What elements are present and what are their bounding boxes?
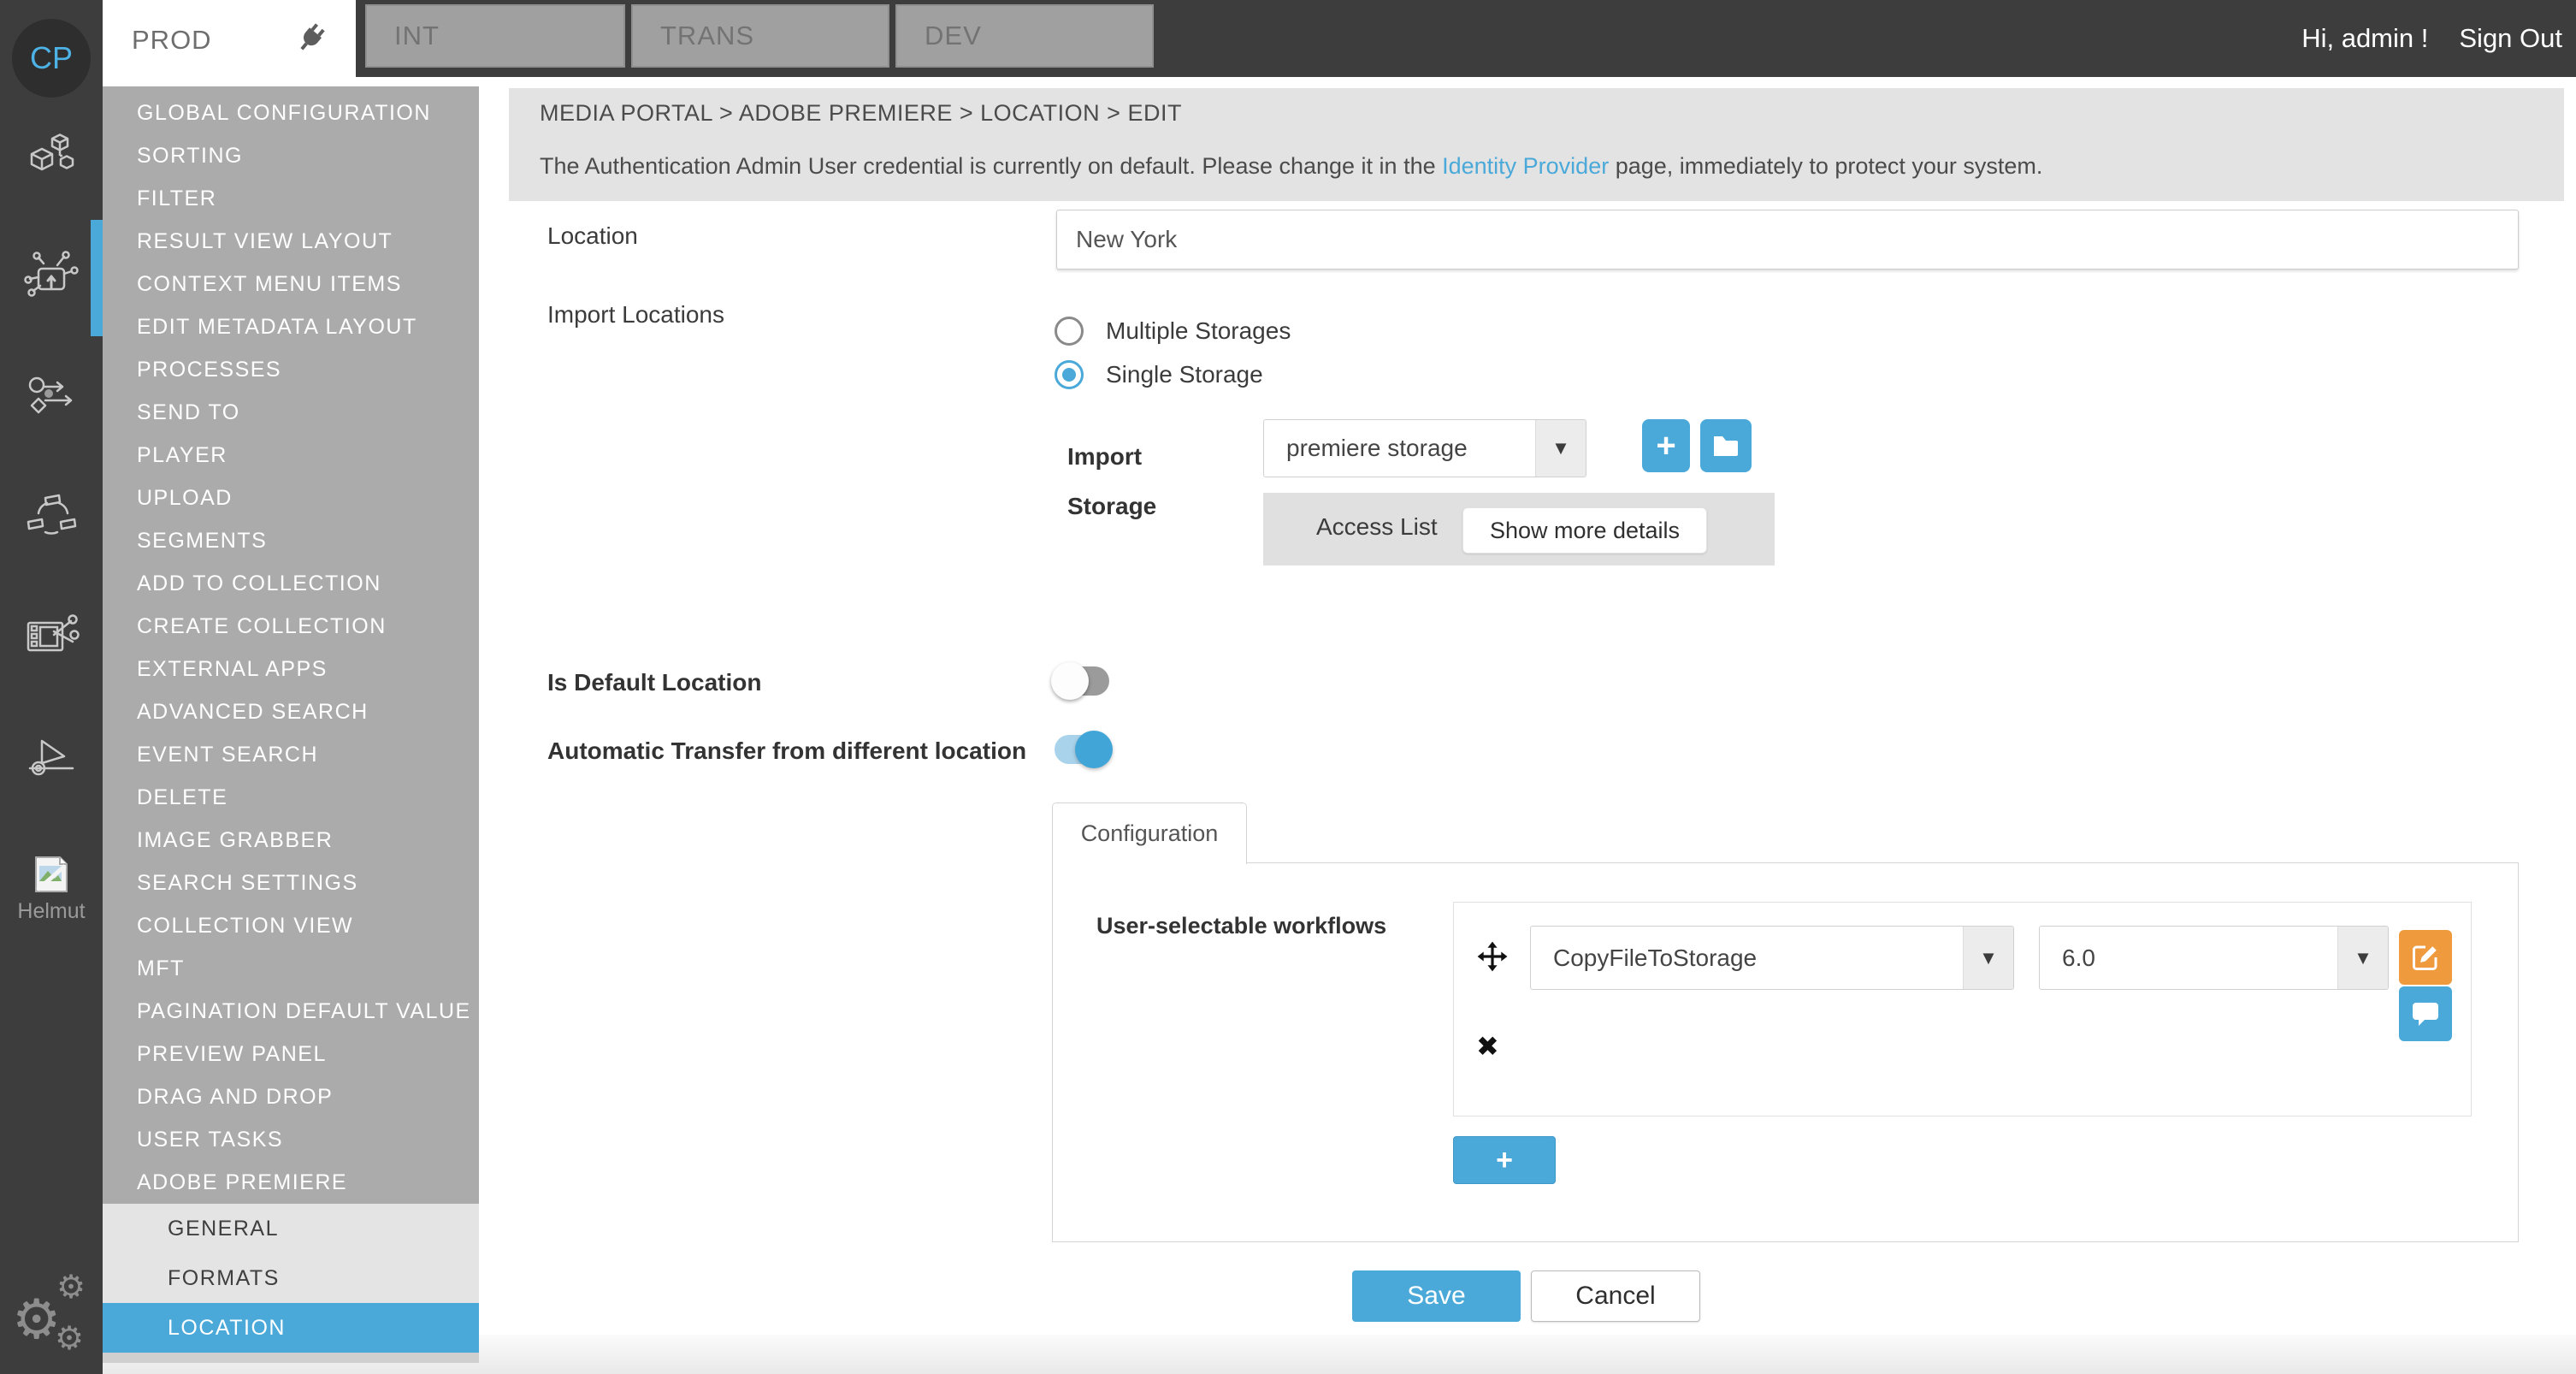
radio-single-storage[interactable]: Single Storage [1055,360,1263,389]
sidebar-item-create-collection[interactable]: CREATE COLLECTION [103,605,479,648]
sidebar-item-edit-metadata-layout[interactable]: EDIT METADATA LAYOUT [103,305,479,348]
collections-cycle-icon[interactable] [0,488,103,544]
sidebar-item-send-to[interactable]: SEND TO [103,391,479,434]
import-storage-dropdown[interactable]: premiere storage ▼ [1263,419,1586,477]
location-label: Location [547,222,638,250]
sidebar-item-adobe-premiere[interactable]: ADOBE PREMIERE [103,1161,479,1204]
edit-pencil-icon [2410,942,2441,973]
tab-configuration[interactable]: Configuration [1052,802,1247,864]
interactive-panel-icon[interactable] [0,248,103,305]
import-locations-label: Import Locations [547,301,724,329]
sidebar-item-add-to-collection[interactable]: ADD TO COLLECTION [103,562,479,605]
sidebar-item-delete[interactable]: DELETE [103,776,479,819]
workflow-name-dropdown[interactable]: CopyFileToStorage ▼ [1530,926,2014,990]
header-banner: MEDIA PORTAL > ADOBE PREMIERE > LOCATION… [509,88,2564,201]
chevron-down-icon: ▼ [1535,420,1586,477]
workflow-icon[interactable] [0,368,103,424]
player-icon[interactable] [0,729,103,785]
plug-icon [284,14,335,65]
helmut-logo[interactable]: Helmut [0,856,103,924]
save-button[interactable]: Save [1352,1270,1521,1322]
sidebar-item-user-tasks[interactable]: USER TASKS [103,1118,479,1161]
sidebar-item-collection-view[interactable]: COLLECTION VIEW [103,904,479,947]
auto-transfer-label: Automatic Transfer from different locati… [547,737,1026,765]
sidebar-item-sorting[interactable]: SORTING [103,134,479,177]
sidebar-item-global-configuration[interactable]: GLOBAL CONFIGURATION [103,92,479,134]
edit-workflow-button[interactable] [2399,930,2452,985]
sidebar-item-search-settings[interactable]: SEARCH SETTINGS [103,862,479,904]
sidebar-item-result-view-layout[interactable]: RESULT VIEW LAYOUT [103,220,479,263]
sidebar-item-event-search[interactable]: EVENT SEARCH [103,733,479,776]
chevron-down-icon: ▼ [2337,927,2388,989]
tab-prod[interactable]: PROD [103,0,356,80]
is-default-toggle[interactable] [1055,666,1109,696]
access-list-panel: Access List Show more details [1263,493,1775,566]
video-edit-icon[interactable] [0,609,103,666]
sidebar-item-image-grabber[interactable]: IMAGE GRABBER [103,819,479,862]
sidebar-subitem-general[interactable]: GENERAL [103,1204,479,1253]
identity-provider-link[interactable]: Identity Provider [1442,153,1609,179]
sidebar-item-upload[interactable]: UPLOAD [103,477,479,519]
workflow-version-dropdown[interactable]: 6.0 ▼ [2039,926,2389,990]
tab-int[interactable]: INT [365,4,625,68]
avatar[interactable]: CP [12,19,91,98]
folder-icon [1711,433,1740,459]
sidebar-subitem-formats[interactable]: FORMATS [103,1253,479,1303]
active-rail-indicator [91,220,103,336]
comment-workflow-button[interactable] [2399,986,2452,1041]
browse-storage-button[interactable] [1700,419,1752,472]
sidebar-subitem-location[interactable]: LOCATION [103,1303,479,1353]
sidebar-item-external-apps[interactable]: EXTERNAL APPS [103,648,479,690]
breadcrumb: MEDIA PORTAL > ADOBE PREMIERE > LOCATION… [540,100,1182,127]
cancel-button[interactable]: Cancel [1531,1270,1700,1322]
add-storage-button[interactable]: + [1642,419,1690,472]
sidebar-item-player[interactable]: PLAYER [103,434,479,477]
chevron-down-icon: ▼ [1963,927,2013,989]
show-more-details-button[interactable]: Show more details [1462,507,1707,554]
is-default-label: Is Default Location [547,669,761,696]
radio-icon-selected[interactable] [1055,360,1084,389]
warning-message: The Authentication Admin User credential… [540,153,2042,180]
sidebar-item-advanced-search[interactable]: ADVANCED SEARCH [103,690,479,733]
sidebar-item-preview-panel[interactable]: PREVIEW PANEL [103,1033,479,1075]
sidebar-item-context-menu-items[interactable]: CONTEXT MENU ITEMS [103,263,479,305]
broken-image-icon [34,856,68,893]
icon-rail: Helmut ⚙ ⚙ ⚙ [0,77,103,1374]
sidebar: GLOBAL CONFIGURATIONSORTINGFILTERRESULT … [103,86,479,1363]
workflows-label: User-selectable workflows [1096,913,1386,939]
sign-out-link[interactable]: Sign Out [2459,23,2562,54]
tab-dev[interactable]: DEV [895,4,1154,68]
add-workflow-button[interactable]: + [1453,1136,1556,1184]
drag-handle-icon[interactable] [1476,940,1509,977]
sidebar-sub-list: GENERALFORMATSLOCATION [103,1204,479,1353]
configuration-panel: User-selectable workflows CopyFileToStor… [1052,862,2519,1242]
speech-bubble-icon [2411,1000,2440,1028]
radio-multiple-storages[interactable]: Multiple Storages [1055,317,1291,346]
sidebar-item-mft[interactable]: MFT [103,947,479,990]
location-input[interactable] [1056,210,2519,269]
sidebar-main-list: GLOBAL CONFIGURATIONSORTINGFILTERRESULT … [103,86,479,1204]
tab-trans[interactable]: TRANS [631,4,889,68]
workflow-row-box: CopyFileToStorage ▼ 6.0 ▼ ✖ [1453,902,2472,1116]
import-storage-label: Import Storage [1067,432,1156,531]
auto-transfer-toggle[interactable] [1055,735,1109,764]
access-list-label: Access List [1316,513,1438,541]
delete-workflow-icon[interactable]: ✖ [1476,1033,1499,1060]
sidebar-item-drag-and-drop[interactable]: DRAG AND DROP [103,1075,479,1118]
packages-icon[interactable] [0,128,103,185]
sidebar-tail [103,1353,479,1363]
radio-icon-unselected[interactable] [1055,317,1084,346]
sidebar-item-pagination-default-value[interactable]: PAGINATION DEFAULT VALUE [103,990,479,1033]
sidebar-item-filter[interactable]: FILTER [103,177,479,220]
greeting-text: Hi, admin ! [2301,23,2428,54]
sidebar-item-processes[interactable]: PROCESSES [103,348,479,391]
sidebar-item-segments[interactable]: SEGMENTS [103,519,479,562]
